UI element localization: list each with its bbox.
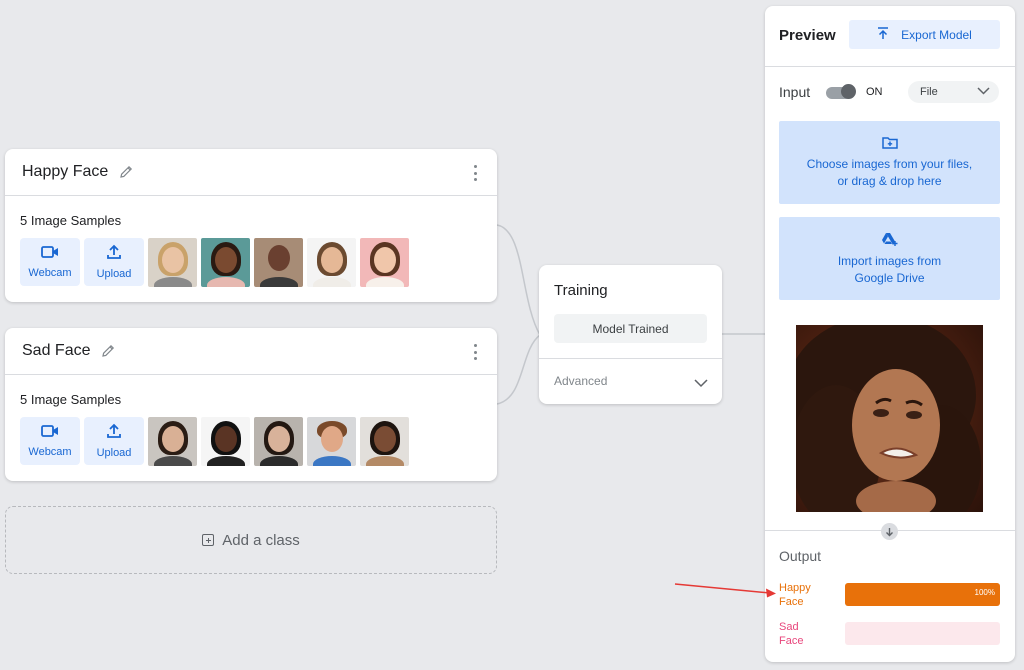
sample-image[interactable] [254, 238, 303, 287]
sample-image[interactable] [360, 238, 409, 287]
source-select[interactable]: File [908, 81, 999, 103]
divider [765, 66, 1015, 67]
source-select-value: File [920, 86, 938, 98]
upload-button[interactable]: Upload [84, 238, 144, 286]
class-card-sad-face: Sad Face 5 Image Samples Webcam Upload [5, 328, 497, 481]
add-class-label: Add a class [222, 531, 300, 549]
sample-image[interactable] [201, 238, 250, 287]
drive-line: Import images from [837, 253, 942, 268]
sample-thumbnails: Webcam Upload [20, 238, 409, 287]
add-class-button[interactable]: Add a class [5, 506, 497, 574]
confidence-percent: 100% [974, 588, 995, 597]
output-class-name: Happy Face [779, 581, 839, 609]
model-trained-button[interactable]: Model Trained [554, 314, 707, 343]
training-card: Training Model Trained Advanced [539, 265, 722, 404]
webcam-label: Webcam [28, 267, 72, 279]
upload-button[interactable]: Upload [84, 417, 144, 465]
sample-image[interactable] [360, 417, 409, 466]
output-name-line: Face [779, 596, 804, 608]
dropzone-line: Choose images from your files, [806, 157, 973, 171]
samples-count: 5 Image Samples [20, 213, 122, 228]
preview-panel: Preview Export Model Input ON File Choos… [765, 6, 1015, 662]
output-label: Output [779, 548, 822, 564]
export-model-button[interactable]: Export Model [849, 20, 1000, 49]
export-label: Export Model [901, 27, 972, 42]
samples-count: 5 Image Samples [20, 392, 122, 407]
sample-image[interactable] [148, 417, 197, 466]
add-box-icon [202, 534, 215, 546]
drive-line: Google Drive [854, 270, 925, 285]
confidence-bar [845, 622, 1000, 645]
chevron-down-icon[interactable] [694, 375, 708, 393]
sample-image[interactable] [254, 417, 303, 466]
chevron-down-icon [977, 86, 990, 98]
google-drive-icon [881, 232, 899, 250]
class-header: Happy Face [5, 149, 497, 196]
upload-icon [106, 423, 122, 442]
sample-image[interactable] [307, 417, 356, 466]
class-header: Sad Face [5, 328, 497, 375]
divider [539, 358, 722, 359]
webcam-label: Webcam [28, 446, 72, 458]
output-name-line: Sad [779, 621, 799, 633]
confidence-bar: 100% [845, 583, 1000, 606]
upload-icon [877, 26, 889, 43]
toggle-knob[interactable] [841, 84, 856, 99]
drive-import[interactable]: Import images from Google Drive [779, 217, 1000, 300]
dropzone-line: or drag & drop here [837, 174, 942, 188]
output-name-line: Happy [779, 582, 811, 594]
pencil-icon[interactable] [100, 343, 116, 359]
upload-icon [106, 244, 122, 263]
videocam-icon [41, 245, 59, 262]
more-vert-icon[interactable] [473, 165, 477, 181]
webcam-button[interactable]: Webcam [20, 417, 80, 465]
webcam-button[interactable]: Webcam [20, 238, 80, 286]
pencil-icon[interactable] [118, 164, 134, 180]
sample-image[interactable] [307, 238, 356, 287]
upload-label: Upload [96, 268, 132, 280]
output-class-name: Sad Face [779, 620, 839, 648]
preview-image [796, 325, 983, 512]
advanced-toggle[interactable]: Advanced [554, 374, 607, 388]
input-label: Input [779, 84, 811, 100]
class-name[interactable]: Happy Face [22, 163, 108, 181]
folder-add-icon [881, 136, 898, 153]
more-vert-icon[interactable] [473, 344, 477, 360]
videocam-icon [41, 424, 59, 441]
sample-image[interactable] [148, 238, 197, 287]
file-dropzone[interactable]: Choose images from your files, or drag &… [779, 121, 1000, 204]
training-title: Training [554, 282, 608, 299]
class-card-happy-face: Happy Face 5 Image Samples Webcam Upload [5, 149, 497, 302]
sample-thumbnails: Webcam Upload [20, 417, 409, 466]
class-name[interactable]: Sad Face [22, 342, 90, 360]
preview-title: Preview [779, 27, 836, 44]
output-name-line: Face [779, 635, 804, 647]
toggle-state: ON [866, 86, 883, 98]
arrow-down-icon [881, 523, 898, 540]
upload-label: Upload [96, 447, 132, 459]
sample-image[interactable] [201, 417, 250, 466]
